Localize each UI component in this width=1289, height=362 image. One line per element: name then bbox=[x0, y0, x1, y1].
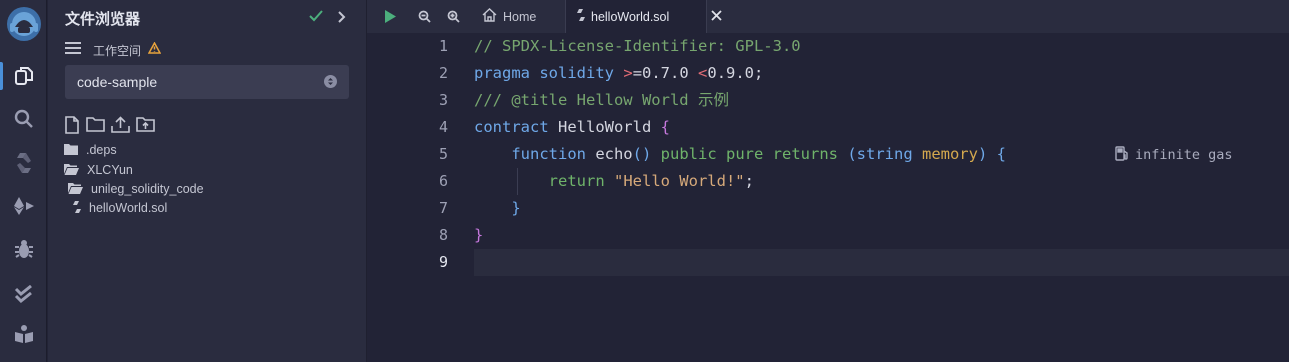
learn-icon[interactable] bbox=[0, 316, 47, 352]
operator-token: < bbox=[698, 64, 708, 82]
icon-rail bbox=[0, 0, 47, 362]
tests-icon[interactable] bbox=[0, 276, 47, 312]
zoom-out-icon[interactable] bbox=[414, 0, 434, 33]
modifier-token: public pure bbox=[651, 145, 773, 163]
operator-token: > bbox=[623, 64, 633, 82]
tab-home[interactable]: Home bbox=[474, 0, 566, 33]
folder-open-icon bbox=[68, 182, 83, 197]
identifier-token: HelloWorld bbox=[548, 118, 661, 136]
new-file-icon[interactable] bbox=[64, 116, 80, 139]
new-folder-icon[interactable] bbox=[86, 116, 105, 139]
active-line-highlight bbox=[474, 249, 1289, 276]
gas-estimate-label: infinite gas bbox=[1135, 147, 1233, 163]
code-line-8: } bbox=[474, 222, 483, 249]
code-line-6: return "Hello World!"; bbox=[474, 168, 754, 195]
folder-open-icon bbox=[64, 163, 79, 178]
keyword-token: solidity bbox=[539, 64, 614, 82]
keyword-token: pragma bbox=[474, 64, 530, 82]
keyword-token: function bbox=[511, 145, 586, 163]
tab-file-label: helloWorld.sol bbox=[591, 9, 670, 24]
brace-token: } bbox=[511, 199, 521, 217]
check-icon bbox=[309, 9, 323, 27]
paren-token: ( bbox=[837, 145, 857, 163]
workspace-label: 工作空间 bbox=[93, 43, 142, 58]
tree-item-deps[interactable]: .deps bbox=[64, 141, 117, 159]
tree-item-label: helloWorld.sol bbox=[89, 201, 168, 215]
line-number: 1 bbox=[438, 37, 448, 55]
solidity-compiler-icon[interactable] bbox=[0, 145, 47, 181]
search-icon[interactable] bbox=[0, 101, 47, 137]
workspace-row: 工作空间 bbox=[65, 41, 162, 60]
brace-token: { bbox=[987, 145, 1006, 163]
deploy-run-icon[interactable] bbox=[0, 188, 47, 224]
file-actions bbox=[64, 116, 155, 139]
code-line-7: } bbox=[474, 195, 521, 222]
code-line-3: /// @title Hellow World 示例 bbox=[474, 87, 729, 114]
line-number: 6 bbox=[438, 172, 448, 190]
punctuation-token: ; bbox=[744, 172, 754, 190]
paren-token: () bbox=[632, 145, 652, 163]
line-number: 3 bbox=[438, 91, 448, 109]
tree-item-xlcyun[interactable]: XLCYun bbox=[64, 161, 133, 179]
code-line-2: pragma solidity >=0.7.0 <0.9.0; bbox=[474, 60, 763, 87]
warning-icon[interactable] bbox=[147, 41, 162, 59]
home-icon bbox=[482, 8, 497, 25]
workspace-select-value: code-sample bbox=[77, 74, 158, 90]
paren-token: ) bbox=[977, 145, 988, 163]
debugger-icon[interactable] bbox=[0, 231, 47, 267]
identifier-token: echo bbox=[585, 145, 633, 163]
line-number: 7 bbox=[438, 199, 448, 217]
code-line-4: contract HelloWorld { bbox=[474, 114, 670, 141]
select-arrows-icon bbox=[324, 75, 337, 88]
type-token: string bbox=[856, 145, 922, 163]
run-icon[interactable] bbox=[379, 0, 401, 33]
tree-item-helloworld-sol[interactable]: helloWorld.sol bbox=[73, 199, 167, 217]
tree-item-label: unileg_solidity_code bbox=[91, 182, 204, 196]
tree-item-label: XLCYun bbox=[87, 163, 133, 177]
version-token: =0.7.0 bbox=[632, 64, 699, 82]
tab-bar: Home helloWorld.sol bbox=[367, 0, 1289, 33]
code-line-5: function echo() public pure returns (str… bbox=[474, 141, 1006, 168]
keyword-token: returns bbox=[772, 145, 838, 163]
keyword-token: contract bbox=[474, 118, 549, 136]
string-token: "Hello World!" bbox=[604, 172, 745, 190]
file-explorer-panel: 文件浏览器 工作空间 code-sample .deps XLCYun unil… bbox=[48, 0, 367, 362]
tab-home-label: Home bbox=[503, 9, 537, 24]
brace-token: } bbox=[474, 226, 484, 244]
zoom-in-icon[interactable] bbox=[443, 0, 463, 33]
file-explorer-icon[interactable] bbox=[0, 58, 47, 94]
upload-file-icon[interactable] bbox=[111, 116, 130, 139]
code-editor[interactable]: // SPDX-License-Identifier: GPL-3.0 prag… bbox=[474, 33, 1289, 362]
solidity-file-icon bbox=[73, 200, 81, 216]
workspace-select[interactable]: code-sample bbox=[65, 65, 349, 99]
gas-pump-icon bbox=[1115, 145, 1129, 165]
line-number-gutter: 1 2 3 4 5 6 7 8 9 bbox=[367, 33, 474, 362]
version-token: 0.9.0; bbox=[707, 64, 764, 82]
tree-item-unileg-solidity-code[interactable]: unileg_solidity_code bbox=[68, 180, 204, 198]
brace-token: { bbox=[660, 118, 670, 136]
chevron-right-icon[interactable] bbox=[338, 10, 346, 28]
keyword-token: return bbox=[548, 172, 605, 190]
storage-token: memory bbox=[921, 145, 978, 163]
gas-estimate-hint: infinite gas bbox=[1115, 145, 1233, 165]
remix-logo-icon[interactable] bbox=[0, 4, 47, 44]
line-number: 2 bbox=[438, 64, 448, 82]
panel-title: 文件浏览器 bbox=[65, 11, 141, 28]
folder-icon bbox=[64, 143, 78, 158]
code-line-1: // SPDX-License-Identifier: GPL-3.0 bbox=[474, 33, 801, 60]
upload-folder-icon[interactable] bbox=[136, 116, 155, 139]
solidity-file-icon bbox=[577, 9, 585, 24]
tree-item-label: .deps bbox=[86, 143, 117, 157]
close-icon[interactable] bbox=[711, 10, 722, 23]
line-number-active: 9 bbox=[438, 253, 448, 271]
comment-token: /// @title Hellow World 示例 bbox=[474, 91, 729, 109]
line-number: 8 bbox=[438, 226, 448, 244]
comment-token: // SPDX-License-Identifier: GPL-3.0 bbox=[474, 37, 801, 55]
hamburger-menu-icon[interactable] bbox=[65, 41, 81, 60]
line-number: 4 bbox=[438, 118, 448, 136]
tab-helloworld-sol[interactable]: helloWorld.sol bbox=[566, 0, 722, 33]
editor-area: Home helloWorld.sol 1 2 3 4 5 6 7 8 9 //… bbox=[367, 0, 1289, 362]
line-number: 5 bbox=[438, 145, 448, 163]
